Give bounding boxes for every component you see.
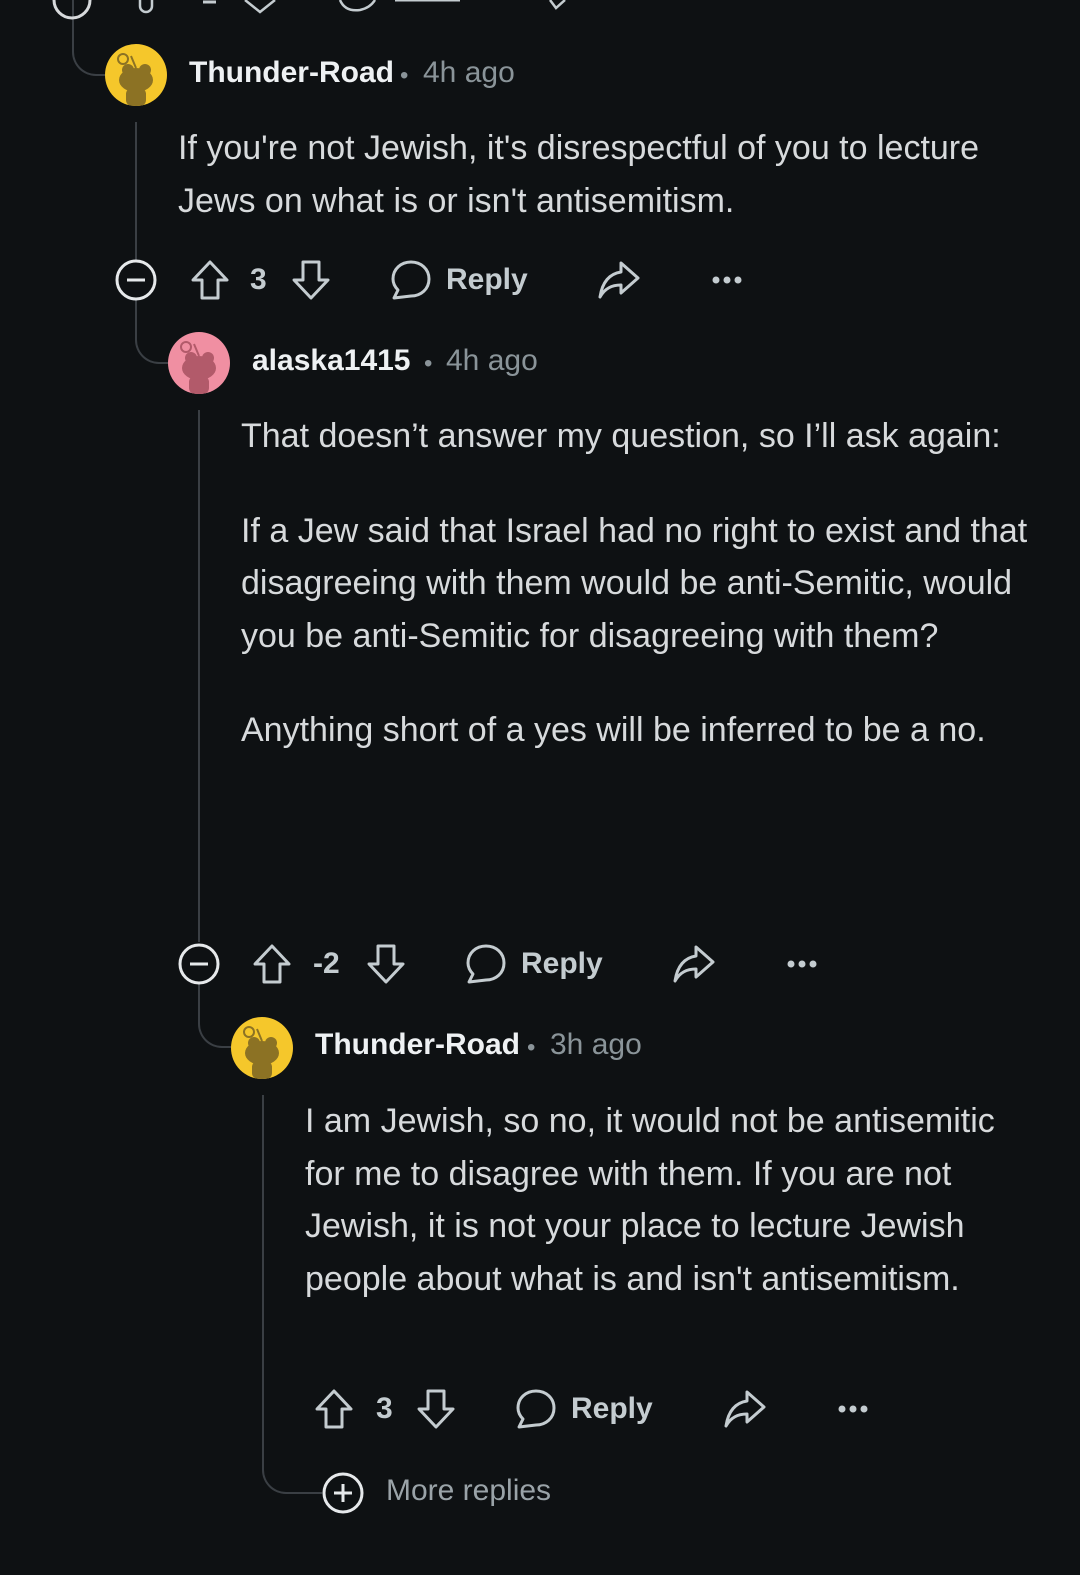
- snoo-avatar-icon: [168, 332, 230, 394]
- username[interactable]: Thunder-Road: [315, 1028, 520, 1062]
- meta-separator: •: [527, 1034, 536, 1061]
- reply-button[interactable]: Reply: [515, 1384, 665, 1434]
- comment-paragraph: If a Jew said that Israel had no right t…: [241, 511, 1028, 655]
- comment-actions: -2 Reply: [178, 939, 878, 989]
- thread-line: [135, 122, 137, 260]
- thread-connector: [135, 328, 171, 364]
- meta-separator: •: [424, 350, 433, 377]
- reply-button[interactable]: Reply: [465, 939, 615, 989]
- thread-line: [262, 1095, 264, 1465]
- reply-label: Reply: [521, 947, 603, 980]
- comment-body: That doesn’t answer my question, so I’ll…: [241, 410, 1031, 757]
- more-replies-button[interactable]: More replies: [322, 1472, 582, 1518]
- thread-connector: [262, 1462, 322, 1494]
- username[interactable]: Thunder-Road: [189, 56, 394, 90]
- reply-label: Reply: [571, 1392, 653, 1425]
- share-arrow-icon[interactable]: [597, 259, 641, 301]
- expand-plus-icon: [322, 1472, 364, 1514]
- share-arrow-icon[interactable]: [672, 943, 716, 985]
- vote-count: 3: [376, 1392, 393, 1425]
- comment-body: If you're not Jewish, it's disrespectful…: [178, 122, 1018, 227]
- comment-actions: 3 Reply: [115, 255, 815, 305]
- timestamp: 4h ago: [446, 344, 538, 377]
- avatar[interactable]: [231, 1017, 293, 1079]
- snoo-avatar-icon: [105, 44, 167, 106]
- upvote-arrow-icon[interactable]: [252, 943, 292, 985]
- username[interactable]: alaska1415: [252, 344, 411, 378]
- downvote-arrow-icon[interactable]: [416, 1388, 456, 1430]
- comment-paragraph: Anything short of a yes will be inferred…: [241, 711, 986, 749]
- thread-connector: [72, 38, 108, 76]
- thread-line: [198, 410, 200, 942]
- snoo-avatar-icon: [231, 1017, 293, 1079]
- more-replies-label: More replies: [386, 1474, 552, 1507]
- share-arrow-icon[interactable]: [723, 1388, 767, 1430]
- downvote-arrow-icon[interactable]: [366, 943, 406, 985]
- avatar[interactable]: [105, 44, 167, 106]
- upvote-arrow-icon[interactable]: [190, 259, 230, 301]
- vote-count: -2: [313, 947, 340, 980]
- speech-bubble-icon: [391, 260, 431, 300]
- avatar[interactable]: [168, 332, 230, 394]
- comment-paragraph: That doesn’t answer my question, so I’ll…: [241, 417, 1001, 455]
- collapse-icon[interactable]: [178, 943, 220, 985]
- comment-actions: 3 Reply: [314, 1384, 914, 1434]
- comment-paragraph: I am Jewish, so no, it would not be anti…: [305, 1102, 995, 1298]
- speech-bubble-icon: [466, 944, 506, 984]
- thread-connector: [198, 1010, 234, 1048]
- downvote-arrow-icon[interactable]: [291, 259, 331, 301]
- reply-button[interactable]: Reply: [390, 255, 540, 305]
- reply-label: Reply: [446, 263, 528, 296]
- meta-separator: •: [400, 62, 409, 89]
- upvote-arrow-icon[interactable]: [314, 1388, 354, 1430]
- comment-paragraph: If you're not Jewish, it's disrespectful…: [178, 129, 980, 220]
- ellipsis-icon[interactable]: [712, 275, 742, 285]
- ellipsis-icon[interactable]: [838, 1404, 868, 1414]
- speech-bubble-icon: [516, 1389, 556, 1429]
- previous-comment-actions-clipped: [52, 0, 566, 20]
- ellipsis-icon[interactable]: [787, 959, 817, 969]
- collapse-icon[interactable]: [115, 259, 157, 301]
- timestamp: 3h ago: [550, 1028, 642, 1061]
- comment-body: I am Jewish, so no, it would not be anti…: [305, 1095, 1030, 1305]
- timestamp: 4h ago: [423, 56, 515, 89]
- vote-count: 3: [250, 263, 267, 296]
